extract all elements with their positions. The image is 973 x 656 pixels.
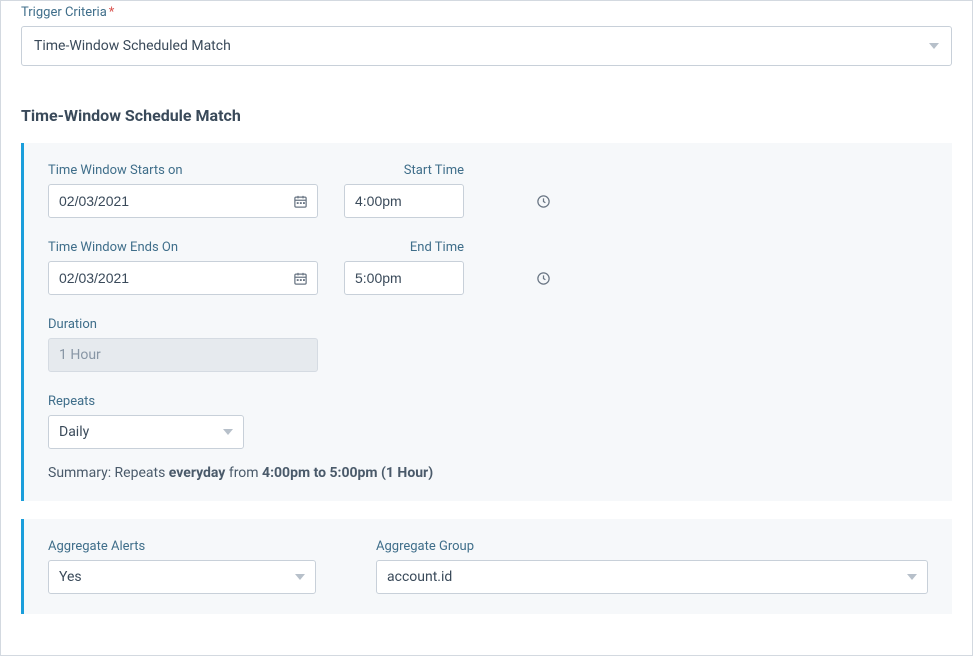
aggregate-alerts-label: Aggregate Alerts (48, 539, 316, 554)
aggregate-group-select[interactable]: account.id (376, 560, 928, 594)
trigger-criteria-value: Time-Window Scheduled Match (34, 38, 231, 54)
aggregate-group-value: account.id (387, 569, 452, 585)
duration-label: Duration (48, 317, 318, 332)
repeats-value: Daily (59, 424, 89, 440)
end-date-label: Time Window Ends On (48, 240, 318, 255)
end-time-input[interactable] (344, 261, 464, 295)
repeats-label: Repeats (48, 394, 244, 409)
start-date-field[interactable] (59, 193, 291, 209)
duration-value: 1 Hour (59, 347, 309, 363)
end-date-field[interactable] (59, 270, 291, 286)
schedule-summary: Summary: Repeats everyday from 4:00pm to… (48, 465, 928, 481)
trigger-criteria-select[interactable]: Time-Window Scheduled Match (21, 26, 952, 66)
aggregate-panel: Aggregate Alerts Yes Aggregate Group acc… (21, 519, 952, 614)
clock-icon[interactable] (536, 269, 551, 287)
section-title: Time-Window Schedule Match (21, 106, 952, 125)
chevron-down-icon (295, 574, 305, 580)
aggregate-alerts-select[interactable]: Yes (48, 560, 316, 594)
clock-icon[interactable] (536, 192, 551, 210)
end-date-input[interactable] (48, 261, 318, 295)
start-date-label: Time Window Starts on (48, 163, 318, 178)
aggregate-group-label: Aggregate Group (376, 539, 928, 554)
calendar-icon[interactable] (291, 269, 309, 287)
aggregate-alerts-value: Yes (59, 569, 82, 585)
end-time-label: End Time (344, 240, 464, 255)
chevron-down-icon (907, 574, 917, 580)
start-date-input[interactable] (48, 184, 318, 218)
chevron-down-icon (929, 43, 939, 49)
start-time-field[interactable] (355, 193, 536, 209)
calendar-icon[interactable] (291, 192, 309, 210)
end-time-field[interactable] (355, 270, 536, 286)
start-time-input[interactable] (344, 184, 464, 218)
chevron-down-icon (223, 429, 233, 435)
trigger-criteria-label: Trigger Criteria* (21, 5, 952, 20)
schedule-panel: Time Window Starts on Start Time (21, 143, 952, 501)
duration-display: 1 Hour (48, 338, 318, 372)
repeats-select[interactable]: Daily (48, 415, 244, 449)
required-asterisk: * (109, 5, 115, 20)
start-time-label: Start Time (344, 163, 464, 178)
